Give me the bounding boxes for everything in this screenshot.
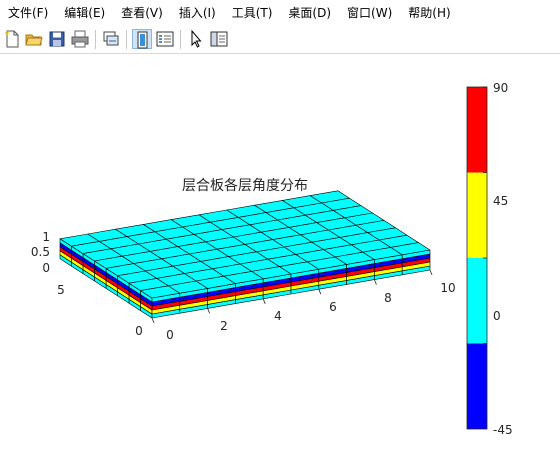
x-tick-label: 10 (440, 281, 455, 295)
menu-file[interactable]: 文件(F) (0, 0, 56, 26)
colorbar (466, 86, 488, 430)
x-tick-mark (318, 289, 322, 295)
save-icon[interactable] (47, 29, 67, 49)
menu-window[interactable]: 窗口(W) (339, 0, 400, 26)
property-inspector-icon[interactable] (209, 29, 229, 49)
toolbar-separator (180, 30, 181, 49)
colorbar-tick-label: -45 (493, 423, 513, 437)
menu-help[interactable]: 帮助(H) (400, 0, 458, 26)
menu-bar: 文件(F) 编辑(E) 查看(V) 插入(I) 工具(T) 桌面(D) 窗口(W… (0, 0, 560, 26)
colorbar-band (467, 258, 487, 344)
menu-desktop[interactable]: 桌面(D) (280, 0, 339, 26)
menu-tools[interactable]: 工具(T) (224, 0, 281, 26)
z-axis-ticks: 0 0.5 1 (31, 230, 50, 275)
new-figure-icon[interactable] (2, 29, 22, 49)
colorbar-ticks: 90 45 0 -45 (493, 81, 513, 437)
x-tick-mark (429, 269, 433, 276)
laminate-plot (59, 190, 433, 324)
colorbar-toggle-icon[interactable] (132, 29, 152, 49)
x-tick-mark (262, 298, 266, 304)
menu-view[interactable]: 查看(V) (113, 0, 171, 26)
y-tick-label: 5 (57, 283, 65, 297)
menu-insert[interactable]: 插入(I) (171, 0, 224, 26)
x-tick-mark (374, 279, 377, 285)
x-tick-label: 0 (166, 328, 174, 342)
z-tick-label: 0.5 (31, 245, 50, 259)
colorbar-tick-label: 0 (493, 309, 501, 323)
link-plot-icon[interactable] (101, 29, 121, 49)
colorbar-tick-label: 90 (493, 81, 508, 95)
x-tick-mark (207, 308, 210, 314)
y-tick-label: 0 (135, 324, 143, 338)
plot-canvas: 层合板各层角度分布 0 2 4 6 8 10 0 5 0 0.5 1 90 45… (31, 81, 513, 437)
colorbar-tick-label: 45 (493, 194, 508, 208)
legend-toggle-icon[interactable] (155, 29, 175, 49)
x-tick-label: 2 (220, 319, 228, 333)
edit-plot-cursor-icon[interactable] (186, 29, 206, 49)
x-tick-mark (151, 317, 155, 324)
colorbar-band (467, 172, 487, 258)
x-tick-label: 6 (329, 300, 337, 314)
colorbar-band (467, 343, 487, 429)
open-file-icon[interactable] (24, 29, 44, 49)
chart-title: 层合板各层角度分布 (182, 178, 308, 194)
print-icon[interactable] (70, 29, 90, 49)
x-tick-label: 8 (384, 291, 392, 305)
z-tick-label: 0 (42, 261, 50, 275)
menu-edit[interactable]: 编辑(E) (56, 0, 113, 26)
x-tick-label: 4 (274, 309, 282, 323)
toolbar-separator (126, 30, 127, 49)
z-tick-label: 1 (42, 230, 50, 244)
toolbar (0, 26, 560, 54)
toolbar-separator (95, 30, 96, 49)
colorbar-band (467, 87, 487, 173)
figure-area: 层合板各层角度分布 0 2 4 6 8 10 0 5 0 0.5 1 90 45… (0, 54, 560, 475)
